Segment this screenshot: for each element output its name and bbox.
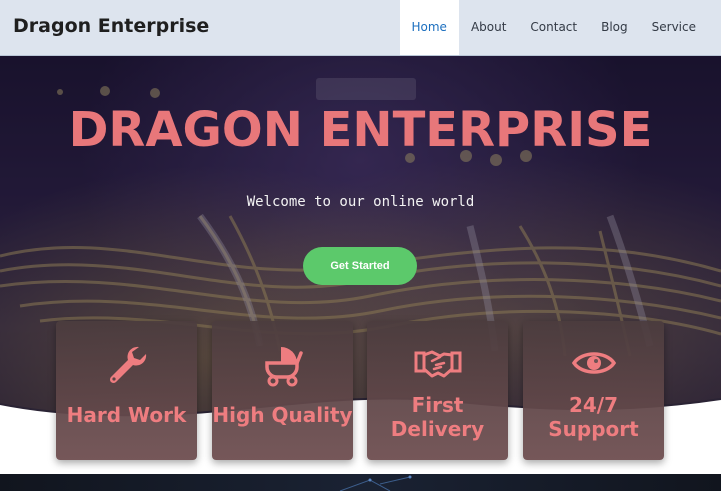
nav-link-blog[interactable]: Blog [589, 0, 640, 55]
feature-card-high-quality[interactable]: High Quality [212, 321, 353, 460]
nav-link-home[interactable]: Home [399, 0, 459, 55]
feature-label-line1: First [411, 393, 464, 417]
nav-link-contact[interactable]: Contact [518, 0, 589, 55]
nav-link-service[interactable]: Service [640, 0, 708, 55]
navbar: Dragon Enterprise Home About Contact Blo… [0, 0, 721, 56]
next-section-preview [0, 474, 721, 492]
handshake-icon [367, 343, 508, 387]
get-started-button[interactable]: Get Started [303, 247, 417, 285]
feature-card-hard-work[interactable]: Hard Work [56, 321, 197, 460]
nav-links: Home About Contact Blog Service [399, 0, 709, 55]
hero-title: DRAGON ENTERPRISE [68, 102, 653, 158]
hero-subtitle: Welcome to our online world [246, 194, 475, 210]
feature-label-line2: Support [548, 417, 639, 441]
feature-label: Hard Work [66, 403, 187, 427]
eye-icon [523, 343, 664, 387]
brand-logo[interactable]: Dragon Enterprise [13, 15, 209, 37]
baby-carriage-icon [212, 343, 353, 387]
feature-label-line1: 24/7 [568, 393, 619, 417]
feature-card-first-delivery[interactable]: First Delivery [367, 321, 508, 460]
feature-label: High Quality [212, 403, 353, 427]
decorative-lines [339, 475, 412, 492]
feature-label-line2: Delivery [390, 417, 485, 441]
feature-card-support[interactable]: 24/7 Support [523, 321, 664, 460]
wrench-icon [56, 343, 197, 387]
nav-link-about[interactable]: About [459, 0, 518, 55]
